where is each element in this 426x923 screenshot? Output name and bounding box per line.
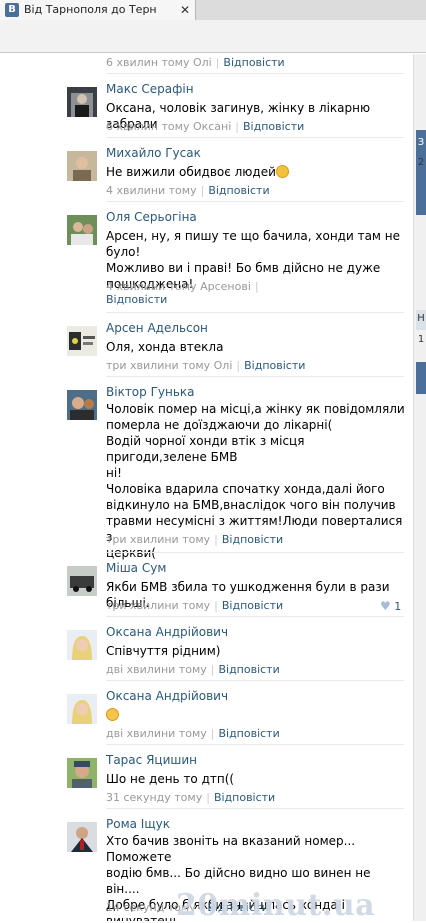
sidebar-item-1: З bbox=[417, 137, 425, 148]
comment-time: 6 хвилин тому Оксані bbox=[106, 120, 232, 133]
comment-time: 4 хвилини тому Арсенові bbox=[106, 280, 251, 293]
comment-meta: 6 хвилин тому Оксані | Відповісти bbox=[106, 120, 305, 133]
like-button[interactable]: ♥ 1 bbox=[380, 599, 401, 613]
comment-author[interactable]: Михайло Гусак bbox=[106, 146, 201, 160]
comment-author[interactable]: Оксана Андрійович bbox=[106, 689, 228, 703]
avatar[interactable] bbox=[67, 694, 97, 724]
comment-meta: 31 секунду тому | Відповісти bbox=[106, 791, 276, 804]
smiley-emoji-icon bbox=[275, 165, 289, 178]
sidebar-item-4: 1 bbox=[417, 334, 425, 345]
comment-author[interactable]: Макс Серафін bbox=[106, 82, 194, 96]
avatar[interactable] bbox=[67, 758, 97, 788]
avatar[interactable] bbox=[67, 390, 97, 420]
avatar[interactable] bbox=[67, 326, 97, 356]
comment-time: дві хвилини тому bbox=[106, 727, 207, 740]
comment-meta: три хвилини тому | Відповісти bbox=[106, 533, 284, 546]
avatar[interactable] bbox=[67, 566, 97, 596]
reply-link[interactable]: Відповісти bbox=[106, 293, 167, 306]
comment-author[interactable]: Міша Сум bbox=[106, 561, 166, 575]
comment-text: Оля, хонда втекла bbox=[106, 340, 224, 354]
avatar[interactable] bbox=[67, 87, 97, 117]
sidebar-block-3[interactable] bbox=[416, 362, 426, 394]
comment-text: Співчуття рідним) bbox=[106, 644, 221, 658]
sad-emoji-icon bbox=[106, 708, 119, 721]
comment-text: Шо не день то дтп(( bbox=[106, 772, 235, 786]
reply-link[interactable]: Відповісти bbox=[243, 120, 304, 133]
comment-meta: 4 хвилини тому Арсенові | bbox=[106, 280, 259, 293]
comment-author[interactable]: Тарас Яцишин bbox=[106, 753, 197, 767]
avatar[interactable] bbox=[67, 822, 97, 852]
reply-link[interactable]: Відповісти bbox=[214, 791, 275, 804]
sidebar-item-3: Н bbox=[417, 313, 425, 324]
comment-text bbox=[106, 707, 406, 723]
comment-time: три хвилини тому bbox=[106, 533, 211, 546]
comment-time: дві хвилини тому bbox=[106, 663, 207, 676]
vk-favicon-icon: В bbox=[5, 3, 19, 17]
comments-feed: 6 хвилин тому Олі | Відповісти Макс Серафі… bbox=[0, 54, 412, 921]
reply-link[interactable]: Відповісти bbox=[218, 727, 279, 740]
like-count: 1 bbox=[394, 600, 402, 613]
close-tab-icon[interactable]: ✕ bbox=[180, 3, 190, 17]
browser-tab[interactable]: В Від Тарнополя до Терн ✕ bbox=[0, 0, 196, 20]
comment-author[interactable]: Арсен Адельсон bbox=[106, 321, 208, 335]
comment-reply-line: Відповісти bbox=[106, 293, 167, 306]
reply-link[interactable]: Відповісти bbox=[244, 359, 305, 372]
comment-author[interactable]: Оксана Андрійович bbox=[106, 625, 228, 639]
comment-time: 31 секунду тому bbox=[106, 791, 203, 804]
comment-text-content: Не вижили обидвоє людей bbox=[106, 165, 276, 179]
comment-meta: три хвилини тому | Відповісти bbox=[106, 599, 284, 612]
comment-meta: три хвилини тому Олі | Відповісти bbox=[106, 359, 306, 372]
sidebar-item-2: 2 bbox=[417, 157, 425, 168]
comment-meta: 4 хвилини тому | Відповісти bbox=[106, 184, 270, 197]
comment-text: Не вижили обидвоє людей bbox=[106, 164, 406, 180]
comment-author[interactable]: Оля Серьогіна bbox=[106, 210, 197, 224]
site-watermark: 20minut.ua bbox=[176, 888, 376, 923]
avatar[interactable] bbox=[67, 630, 97, 660]
comment-time: три хвилини тому bbox=[106, 599, 211, 612]
comment-time: три хвилини тому Олі bbox=[106, 359, 233, 372]
tab-title: Від Тарнополя до Терн bbox=[24, 3, 157, 16]
comment-time: 6 хвилин тому Олі bbox=[106, 56, 212, 69]
heart-icon: ♥ bbox=[380, 599, 391, 613]
comment-time: 4 хвилини тому bbox=[106, 184, 197, 197]
reply-link[interactable]: Відповісти bbox=[218, 663, 279, 676]
top-comment-meta: 6 хвилин тому Олі | Відповісти bbox=[106, 56, 285, 69]
reply-link[interactable]: Відповісти bbox=[208, 184, 269, 197]
comment-author[interactable]: Рома Іщук bbox=[106, 817, 170, 831]
comment-meta: дві хвилини тому | Відповісти bbox=[106, 727, 280, 740]
reply-link[interactable]: Відповісти bbox=[223, 56, 284, 69]
browser-tab-bar: В Від Тарнополя до Терн ✕ bbox=[0, 0, 426, 20]
reply-link[interactable]: Відповісти bbox=[222, 599, 283, 612]
comment-author[interactable]: Віктор Гунька bbox=[106, 385, 195, 399]
comment-meta: дві хвилини тому | Відповісти bbox=[106, 663, 280, 676]
avatar[interactable] bbox=[67, 215, 97, 245]
avatar[interactable] bbox=[67, 151, 97, 181]
reply-link[interactable]: Відповісти bbox=[222, 533, 283, 546]
address-bar[interactable] bbox=[0, 20, 426, 53]
